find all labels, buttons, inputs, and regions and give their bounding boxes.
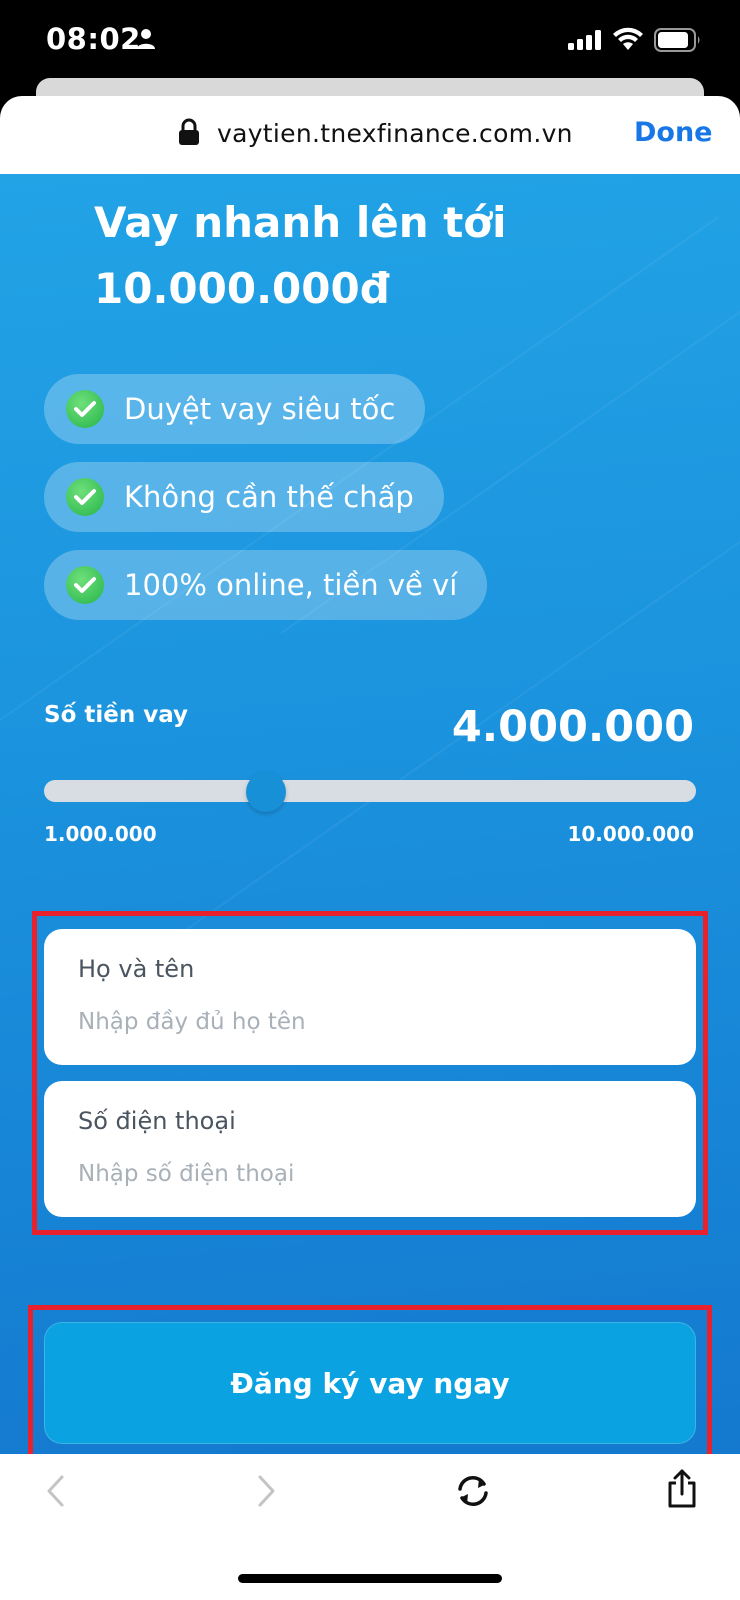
hero-title-amount: 10.000.000đ xyxy=(94,264,390,313)
hero-title-line1: Vay nhanh lên tới xyxy=(94,198,507,247)
check-icon xyxy=(66,566,104,604)
slider-thumb[interactable] xyxy=(245,772,286,812)
back-icon[interactable] xyxy=(44,1474,68,1508)
feature-pill: Duyệt vay siêu tốc xyxy=(44,374,426,444)
slider-min-label: 1.000.000 xyxy=(44,822,157,846)
feature-label: Không cần thế chấp xyxy=(124,480,414,514)
share-icon[interactable] xyxy=(666,1468,698,1508)
status-time: 08:02 xyxy=(46,22,141,56)
forward-icon[interactable] xyxy=(254,1474,278,1508)
check-icon xyxy=(66,390,104,428)
wifi-icon xyxy=(613,27,643,50)
lock-icon xyxy=(179,118,199,145)
feature-list: Duyệt vay siêu tốc Không cần thế chấp 10… xyxy=(44,374,488,638)
battery-icon xyxy=(654,28,700,52)
person-icon xyxy=(137,29,155,49)
slider-track[interactable] xyxy=(44,780,696,802)
url-text[interactable]: vaytien.tnexfinance.com.vn xyxy=(217,119,573,148)
page-content: Vay nhanh lên tới 10.000.000đ Duyệt vay … xyxy=(0,174,740,1454)
done-button[interactable]: Done xyxy=(634,117,713,148)
reload-icon[interactable] xyxy=(454,1474,492,1508)
feature-pill: Không cần thế chấp xyxy=(44,462,444,532)
home-indicator xyxy=(238,1574,502,1583)
browser-toolbar xyxy=(0,1454,740,1600)
loan-amount-value: 4.000.000 xyxy=(451,702,694,752)
feature-label: Duyệt vay siêu tốc xyxy=(124,392,396,426)
cellular-signal-icon xyxy=(568,30,601,50)
status-bar: 08:02 xyxy=(0,0,740,80)
loan-amount-slider[interactable] xyxy=(44,772,696,812)
feature-pill: 100% online, tiền về ví xyxy=(44,550,488,620)
loan-amount-label: Số tiền vay xyxy=(44,702,189,728)
form-highlight-outline xyxy=(32,911,708,1235)
feature-label: 100% online, tiền về ví xyxy=(124,568,458,602)
browser-url-bar: vaytien.tnexfinance.com.vn Done xyxy=(0,96,740,174)
slider-max-label: 10.000.000 xyxy=(567,822,694,846)
check-icon xyxy=(66,478,104,516)
button-highlight-outline xyxy=(28,1305,712,1459)
hero-title: Vay nhanh lên tới 10.000.000đ xyxy=(94,190,507,322)
